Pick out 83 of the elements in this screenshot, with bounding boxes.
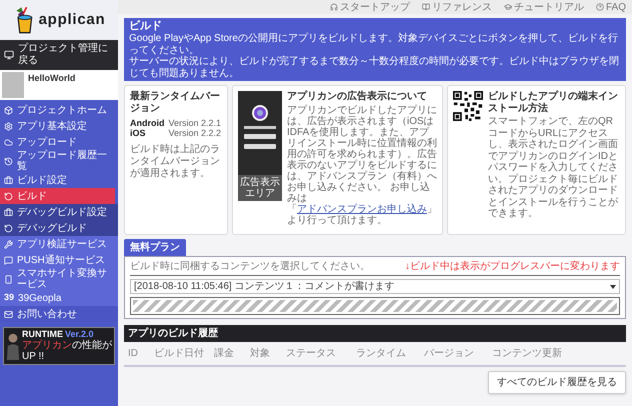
- page-title: ビルド: [129, 20, 163, 34]
- version-number: Version 2.2.1: [168, 119, 222, 130]
- column-header: ステータス: [286, 347, 337, 362]
- menu-icon: [4, 156, 13, 166]
- plan-tab[interactable]: 無料プラン: [124, 239, 186, 256]
- advance-plan-link[interactable]: アドバンスプランお申し込み: [297, 204, 427, 215]
- project-name: HelloWorld: [28, 72, 76, 85]
- platform-name: Android: [130, 119, 164, 130]
- monitor-icon: [4, 50, 14, 60]
- top-nav-link[interactable]: リファレンス: [422, 0, 492, 14]
- menu-icon: [4, 122, 13, 130]
- dropdown-arrow-icon: [610, 284, 616, 289]
- sidebar-label: アップロード: [17, 136, 77, 148]
- sidebar-item[interactable]: PUSH通知サービス: [0, 252, 118, 268]
- column-header: コンテンツ更新: [492, 346, 563, 362]
- camera-lens-icon: [252, 105, 268, 122]
- card-title: アプリカンの広告表示について: [287, 91, 428, 103]
- top-nav-link[interactable]: チュートリアル: [504, 0, 584, 14]
- sidebar-item[interactable]: ビルド: [0, 188, 118, 204]
- menu-icon: [4, 192, 13, 200]
- sidebar-label: スマホサイト変換サービス: [17, 268, 108, 290]
- menu-icon: [4, 106, 13, 114]
- column-header: バージョン: [424, 347, 475, 362]
- sidebar-item[interactable]: デバッグビルド: [0, 220, 118, 236]
- banner-tagline: アプリカンの性能が UP !!: [22, 340, 112, 362]
- card-title: 最新ランタイムバージョン: [130, 91, 221, 114]
- header-description: サーバーの状況により、ビルドが完了するまで数分～十数分程度の時間が必要です。ビルド中はブラウザを閉じても問題ありません。: [129, 56, 620, 80]
- menu-icon: [4, 256, 13, 264]
- sidebar-label: デバッグビルド: [17, 222, 87, 234]
- link-icon: [422, 3, 430, 11]
- back-to-projects-button[interactable]: プロジェクト管理に戻る: [0, 40, 118, 70]
- column-header: 課金: [214, 346, 235, 362]
- content-select[interactable]: [2018-08-10 11:05:46] コンテンツ１：コメントが書けます: [130, 279, 620, 294]
- card-note: ビルド時は上記のランタイムバージョンが適用されます。: [130, 144, 221, 180]
- link-icon: [504, 3, 512, 11]
- menu-icon: [4, 176, 13, 184]
- sidebar-label: お問い合わせ: [17, 308, 77, 320]
- header-description: Google PlayやApp Storeの公開用にアプリをビルドします。対象デバイスごとにボタンを押して、ビルドを行ってください。: [129, 33, 619, 56]
- sidebar-label: 39Geopla: [18, 292, 62, 304]
- column-header: 対象: [250, 346, 271, 362]
- card-description: スマートフォンで、左のQRコードからURLにアクセスし、表示されたログイン画面でアプリカンのログインIDとパスワードを入力してください。プロジェクト毎にビルドされたアプリのダウンロードとインストールを行うことができます。: [488, 116, 619, 220]
- banner-version: Ver.2.0: [65, 330, 94, 340]
- sidebar-item[interactable]: スマホサイト変換サービス: [0, 268, 118, 290]
- card-title: ビルドしたアプリの端末インストール方法: [488, 91, 619, 114]
- menu-icon: [4, 138, 13, 146]
- app-title-bar-icon: [244, 126, 276, 130]
- sidebar-label: ビルド: [17, 190, 47, 202]
- runtime-banner[interactable]: RUNTIME Ver.2.0 アプリカンの性能が UP !!: [3, 327, 115, 365]
- link-icon: [596, 3, 604, 11]
- link-icon: [330, 3, 338, 11]
- sidebar-item[interactable]: 39 39Geopla: [0, 290, 118, 306]
- platform-name: iOS: [130, 129, 147, 139]
- project-thumbnail: [2, 72, 24, 98]
- hint-text: ビルド時に同梱するコンテンツを選択してください。: [130, 260, 370, 274]
- top-nav-link[interactable]: FAQ: [596, 0, 626, 14]
- view-all-history-button[interactable]: すべてのビルド履歴を見る: [488, 371, 626, 394]
- menu-icon: [4, 240, 13, 248]
- annotation-text: ↓ビルド中は表示がプログレスバーに変わります: [405, 260, 620, 274]
- sidebar-label: ビルド設定: [17, 174, 67, 186]
- column-header: ビルド日付: [154, 347, 205, 362]
- sidebar-label: デバッグビルド設定: [17, 206, 107, 218]
- history-header: アプリのビルド履歴: [124, 325, 626, 342]
- card-description: アプリカンでビルドしたアプリには、広告が表示されます（iOSはIDFAを使用します。また、アプリインストール時に位置情報の利用の許可を求められます）。広告表示のないアプリをビルドするには、アドバンスプラン（有料）へお申し込みください。 お申し込みは「アドバンスプランお申し込み」より行って頂けます。: [287, 104, 437, 226]
- sidebar-label: アプリ検証サービス: [17, 238, 107, 250]
- menu-icon: [4, 310, 13, 318]
- column-header: ランタイム: [356, 347, 407, 362]
- column-header: ID: [128, 347, 139, 362]
- ad-area-label: 広告表示エリア: [238, 175, 282, 202]
- qr-code-icon: [453, 91, 483, 122]
- sidebar-label: アプリ基本設定: [17, 120, 87, 132]
- sidebar-label: プロジェクトホーム: [17, 104, 107, 116]
- sidebar-item[interactable]: アプリ検証サービス: [0, 236, 118, 252]
- logo-number-icon: 39: [4, 293, 14, 303]
- logo-text: applican: [38, 10, 106, 30]
- menu-icon: [4, 224, 13, 232]
- top-nav-link[interactable]: スタートアップ: [330, 0, 410, 14]
- sidebar-label: PUSH通知サービス: [17, 254, 105, 266]
- banner-title: RUNTIME: [22, 330, 63, 340]
- menu-icon: [4, 274, 13, 284]
- menu-icon: [4, 208, 13, 216]
- sidebar-item[interactable]: デバッグビルド設定: [0, 204, 118, 220]
- version-number: Version 2.2.2: [168, 129, 222, 139]
- sidebar-label: アップロード履歴一覧: [17, 150, 108, 172]
